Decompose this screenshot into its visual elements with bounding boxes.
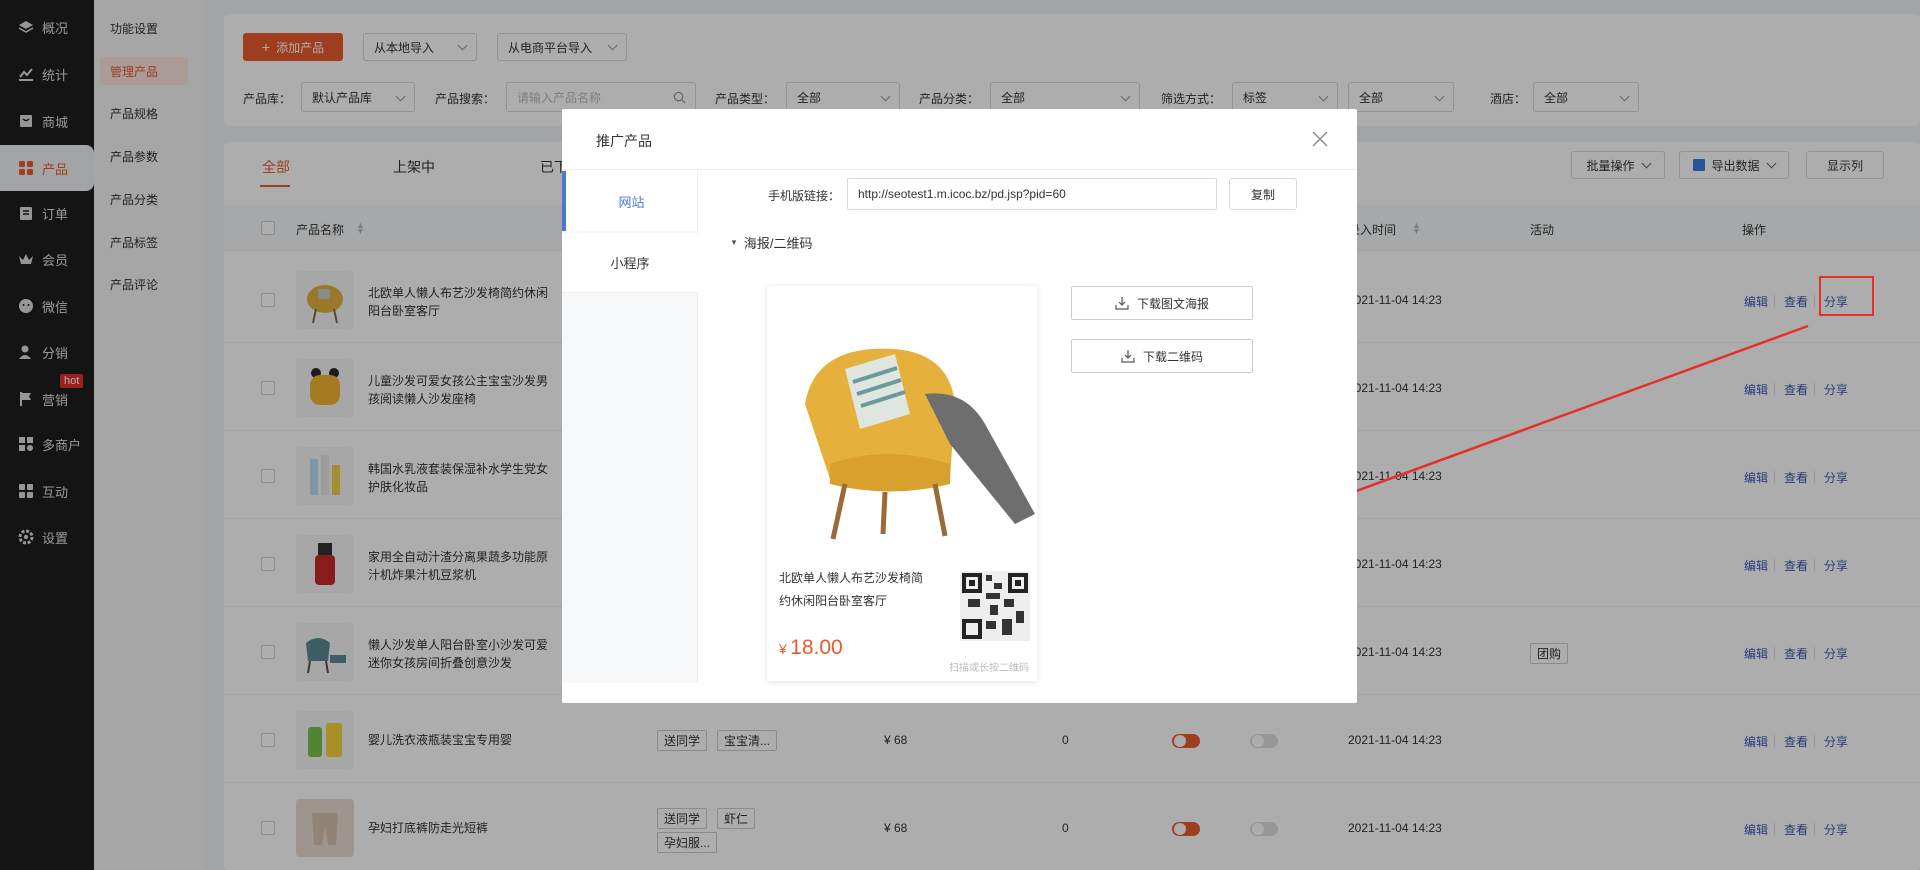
download-poster-button[interactable]: 下载图文海报 (1071, 286, 1253, 320)
caret-down-icon: ▼ (730, 238, 738, 247)
poster-section-label: 海报/二维码 (743, 236, 813, 251)
download-poster-label: 下载图文海报 (1136, 296, 1209, 311)
modal-header: 推广产品 (562, 109, 1357, 170)
poster-price-value: 18.00 (790, 636, 843, 659)
promote-product-modal: 推广产品 网站 小程序 手机版链接： 复制 ▼ 海报/二维码 北欧单人懒人布艺沙… (562, 109, 1357, 703)
poster-product-image (775, 294, 1037, 556)
download-icon (1115, 297, 1129, 310)
qr-scan-hint: 扫描或长按二维码 (949, 663, 1029, 674)
copy-button[interactable]: 复制 (1229, 178, 1297, 210)
mobile-link-label: 手机版链接： (768, 189, 841, 203)
mobile-link-input[interactable] (847, 178, 1217, 210)
modal-tab-website[interactable]: 网站 (562, 171, 697, 231)
poster-currency: ¥ (779, 641, 787, 657)
close-icon[interactable] (1310, 129, 1330, 149)
poster-preview: 北欧单人懒人布艺沙发椅简约休闲阳台卧室客厅 ¥ 18.00 扫描或长按二维码 (767, 286, 1037, 681)
qr-code (960, 571, 1030, 641)
download-qr-button[interactable]: 下载二维码 (1071, 339, 1253, 373)
download-qr-label: 下载二维码 (1142, 349, 1203, 364)
poster-price: ¥ 18.00 (779, 636, 843, 660)
modal-tab-miniprogram[interactable]: 小程序 (562, 233, 698, 293)
modal-title: 推广产品 (596, 133, 652, 149)
poster-section-toggle[interactable]: ▼ 海报/二维码 (730, 233, 813, 252)
poster-product-name: 北欧单人懒人布艺沙发椅简约休闲阳台卧室客厅 (779, 571, 924, 608)
download-icon (1121, 350, 1135, 363)
